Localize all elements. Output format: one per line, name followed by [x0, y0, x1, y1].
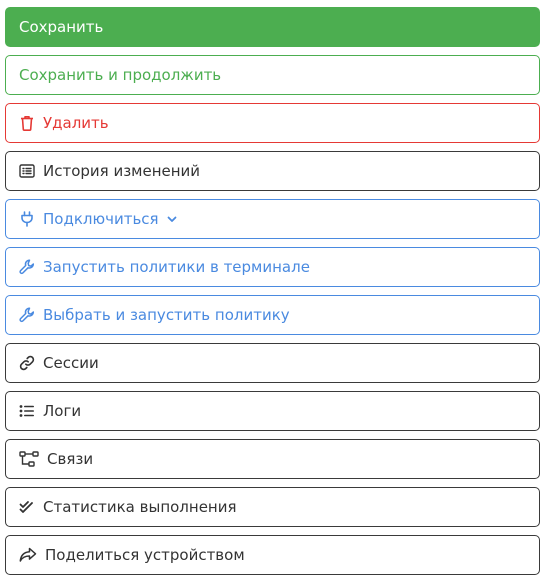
wrench-icon	[19, 307, 35, 323]
check-double-icon	[19, 499, 35, 515]
share-device-label: Поделиться устройством	[45, 546, 245, 564]
execution-statistics-button[interactable]: Статистика выполнения	[5, 487, 540, 527]
connect-dropdown-button[interactable]: Подключиться	[5, 199, 540, 239]
delete-button[interactable]: Удалить	[5, 103, 540, 143]
execution-statistics-label: Статистика выполнения	[43, 498, 237, 516]
delete-button-label: Удалить	[43, 114, 109, 132]
relations-button[interactable]: Связи	[5, 439, 540, 479]
logs-button-label: Логи	[43, 402, 82, 420]
logs-button[interactable]: Логи	[5, 391, 540, 431]
plug-icon	[19, 211, 35, 227]
list-alt-icon	[19, 163, 35, 179]
change-history-button[interactable]: История изменений	[5, 151, 540, 191]
share-device-button[interactable]: Поделиться устройством	[5, 535, 540, 575]
wrench-icon	[19, 259, 35, 275]
save-and-continue-button-label: Сохранить и продолжить	[19, 66, 222, 84]
choose-and-run-policy-button[interactable]: Выбрать и запустить политику	[5, 295, 540, 335]
share-icon	[19, 547, 37, 563]
run-policies-in-terminal-button[interactable]: Запустить политики в терминале	[5, 247, 540, 287]
chevron-down-icon	[167, 216, 177, 223]
save-and-continue-button[interactable]: Сохранить и продолжить	[5, 55, 540, 95]
choose-and-run-policy-label: Выбрать и запустить политику	[43, 306, 290, 324]
save-button[interactable]: Сохранить	[5, 7, 540, 47]
sessions-button-label: Сессии	[43, 354, 99, 372]
link-icon	[19, 355, 35, 371]
list-icon	[19, 403, 35, 419]
sessions-button[interactable]: Сессии	[5, 343, 540, 383]
relations-button-label: Связи	[47, 450, 94, 468]
change-history-button-label: История изменений	[43, 162, 201, 180]
sitemap-icon	[19, 451, 39, 467]
save-button-label: Сохранить	[19, 18, 104, 36]
connect-button-label: Подключиться	[43, 210, 159, 228]
device-actions-panel: Сохранить Сохранить и продолжить Удалить…	[0, 0, 545, 580]
trash-icon	[19, 115, 35, 131]
run-policies-in-terminal-label: Запустить политики в терминале	[43, 258, 310, 276]
